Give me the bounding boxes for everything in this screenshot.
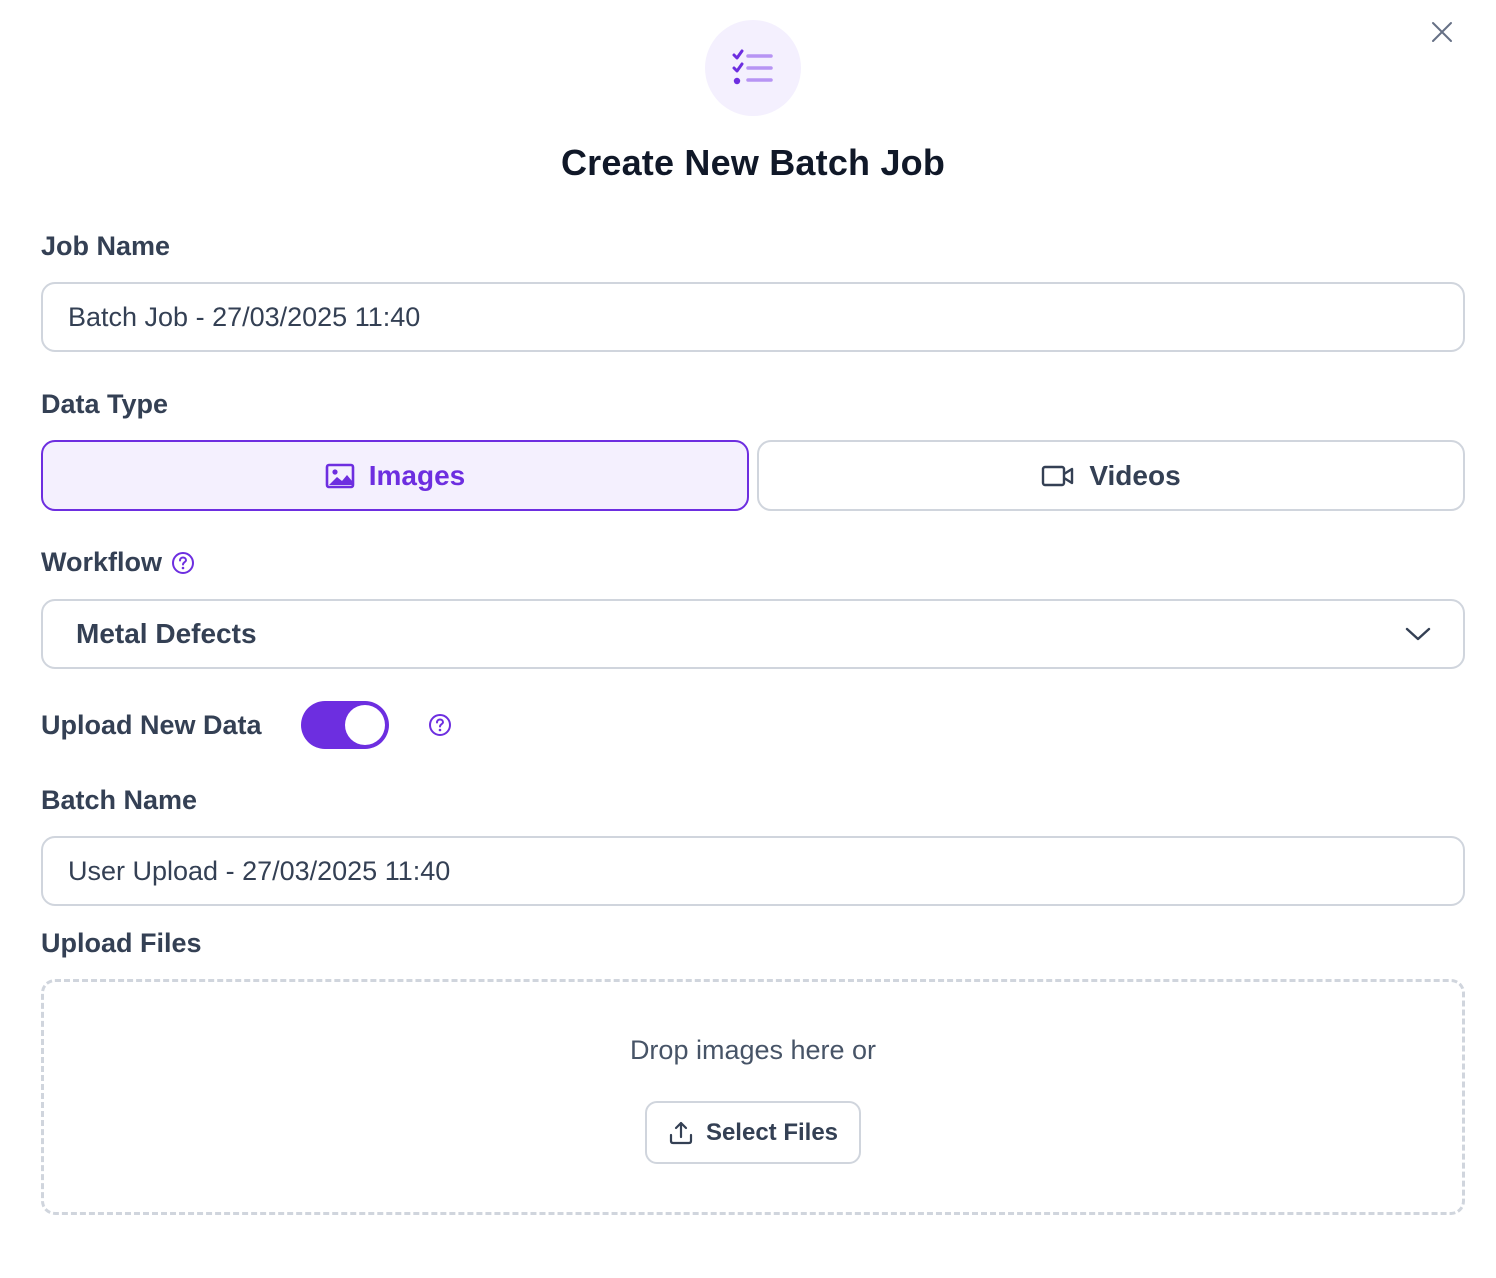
select-files-button[interactable]: Select Files — [645, 1101, 861, 1164]
job-name-label: Job Name — [41, 231, 171, 261]
video-icon — [1042, 465, 1074, 486]
close-button[interactable] — [1424, 14, 1460, 50]
close-icon — [1432, 22, 1452, 42]
upload-files-label: Upload Files — [41, 928, 202, 958]
job-name-input[interactable]: Batch Job - 27/03/2025 11:40 — [41, 282, 1465, 352]
data-type-videos-button[interactable]: Videos — [757, 440, 1465, 511]
help-circle-icon — [172, 551, 194, 574]
workflow-help-icon[interactable] — [171, 551, 195, 575]
create-batch-job-dialog: Create New Batch Job Job Name Batch Job … — [0, 0, 1496, 1278]
data-type-images-button[interactable]: Images — [41, 440, 749, 511]
workflow-label: Workflow — [41, 547, 162, 577]
upload-icon — [669, 1121, 693, 1144]
job-name-value: Batch Job - 27/03/2025 11:40 — [68, 301, 421, 332]
dropzone-text: Drop images here or — [629, 1035, 877, 1065]
workflow-select[interactable]: Metal Defects — [41, 599, 1465, 669]
workflow-selected-value: Metal Defects — [76, 618, 257, 649]
batch-name-input[interactable]: User Upload - 27/03/2025 11:40 — [41, 836, 1465, 906]
batch-name-value: User Upload - 27/03/2025 11:40 — [68, 855, 451, 886]
batch-name-label: Batch Name — [41, 785, 198, 815]
toggle-knob — [345, 705, 385, 745]
select-files-label: Select Files — [705, 1118, 839, 1146]
workflow-label-row: Workflow — [41, 547, 195, 578]
file-dropzone[interactable] — [41, 979, 1465, 1215]
checklist-icon — [732, 49, 773, 85]
upload-new-data-label: Upload New Data — [41, 710, 262, 740]
header-icon-badge — [705, 20, 801, 116]
dialog-title: Create New Batch Job — [560, 142, 946, 183]
chevron-down-icon — [1405, 627, 1431, 641]
videos-label: Videos — [1089, 459, 1181, 491]
upload-new-data-help-icon[interactable] — [428, 713, 452, 737]
image-icon — [325, 463, 355, 488]
upload-new-data-toggle[interactable] — [301, 701, 389, 749]
data-type-label: Data Type — [41, 389, 169, 419]
help-circle-icon — [429, 714, 451, 736]
images-label: Images — [368, 459, 466, 491]
